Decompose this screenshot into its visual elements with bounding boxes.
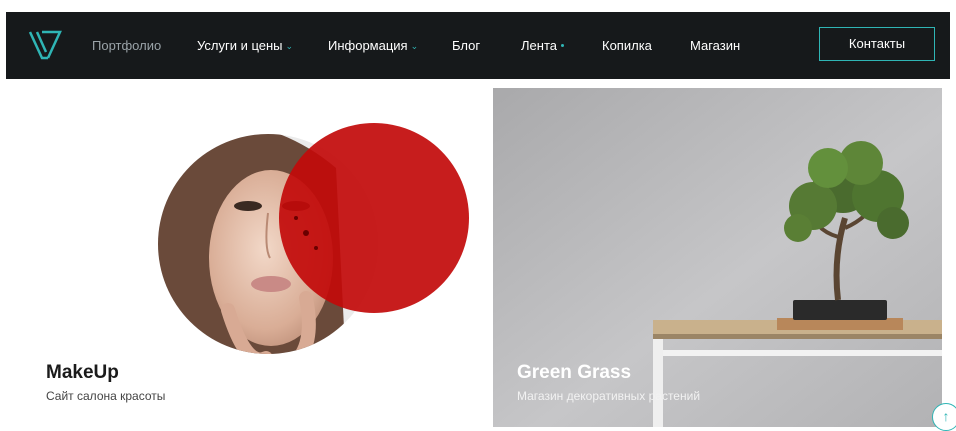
new-indicator-icon [560,44,564,47]
card-title: Green Grass [517,362,632,383]
nav-item-feed[interactable]: Лента [521,12,564,79]
portfolio-card-green-grass[interactable]: Green Grass Магазин декоративных растени… [493,88,942,427]
chevron-down-icon: ⌄ [285,41,294,51]
portfolio-card-makeup[interactable]: MakeUp Сайт салона красоты [6,88,480,427]
nav-item-shop[interactable]: Магазин [690,12,740,79]
contacts-button[interactable]: Контакты [819,27,935,61]
arrow-up-icon: ↑ [942,408,950,424]
nav-item-piggybank[interactable]: Копилка [602,12,652,79]
nav-item-blog[interactable]: Блог [452,12,480,79]
chevron-down-icon: ⌄ [410,41,419,51]
card-title: MakeUp [46,362,119,383]
card-subtitle: Сайт салона красоты [46,389,166,403]
nav-item-info[interactable]: Информация ⌄ [328,12,418,79]
top-navigation: Портфолио Услуги и цены ⌄ Информация ⌄ Бло… [6,12,950,79]
logo-icon[interactable] [28,28,62,62]
card-subtitle: Магазин декоративных растений [517,389,701,403]
nav-item-services[interactable]: Услуги и цены ⌄ [197,12,293,79]
nav-item-portfolio[interactable]: Портфолио [92,12,161,79]
